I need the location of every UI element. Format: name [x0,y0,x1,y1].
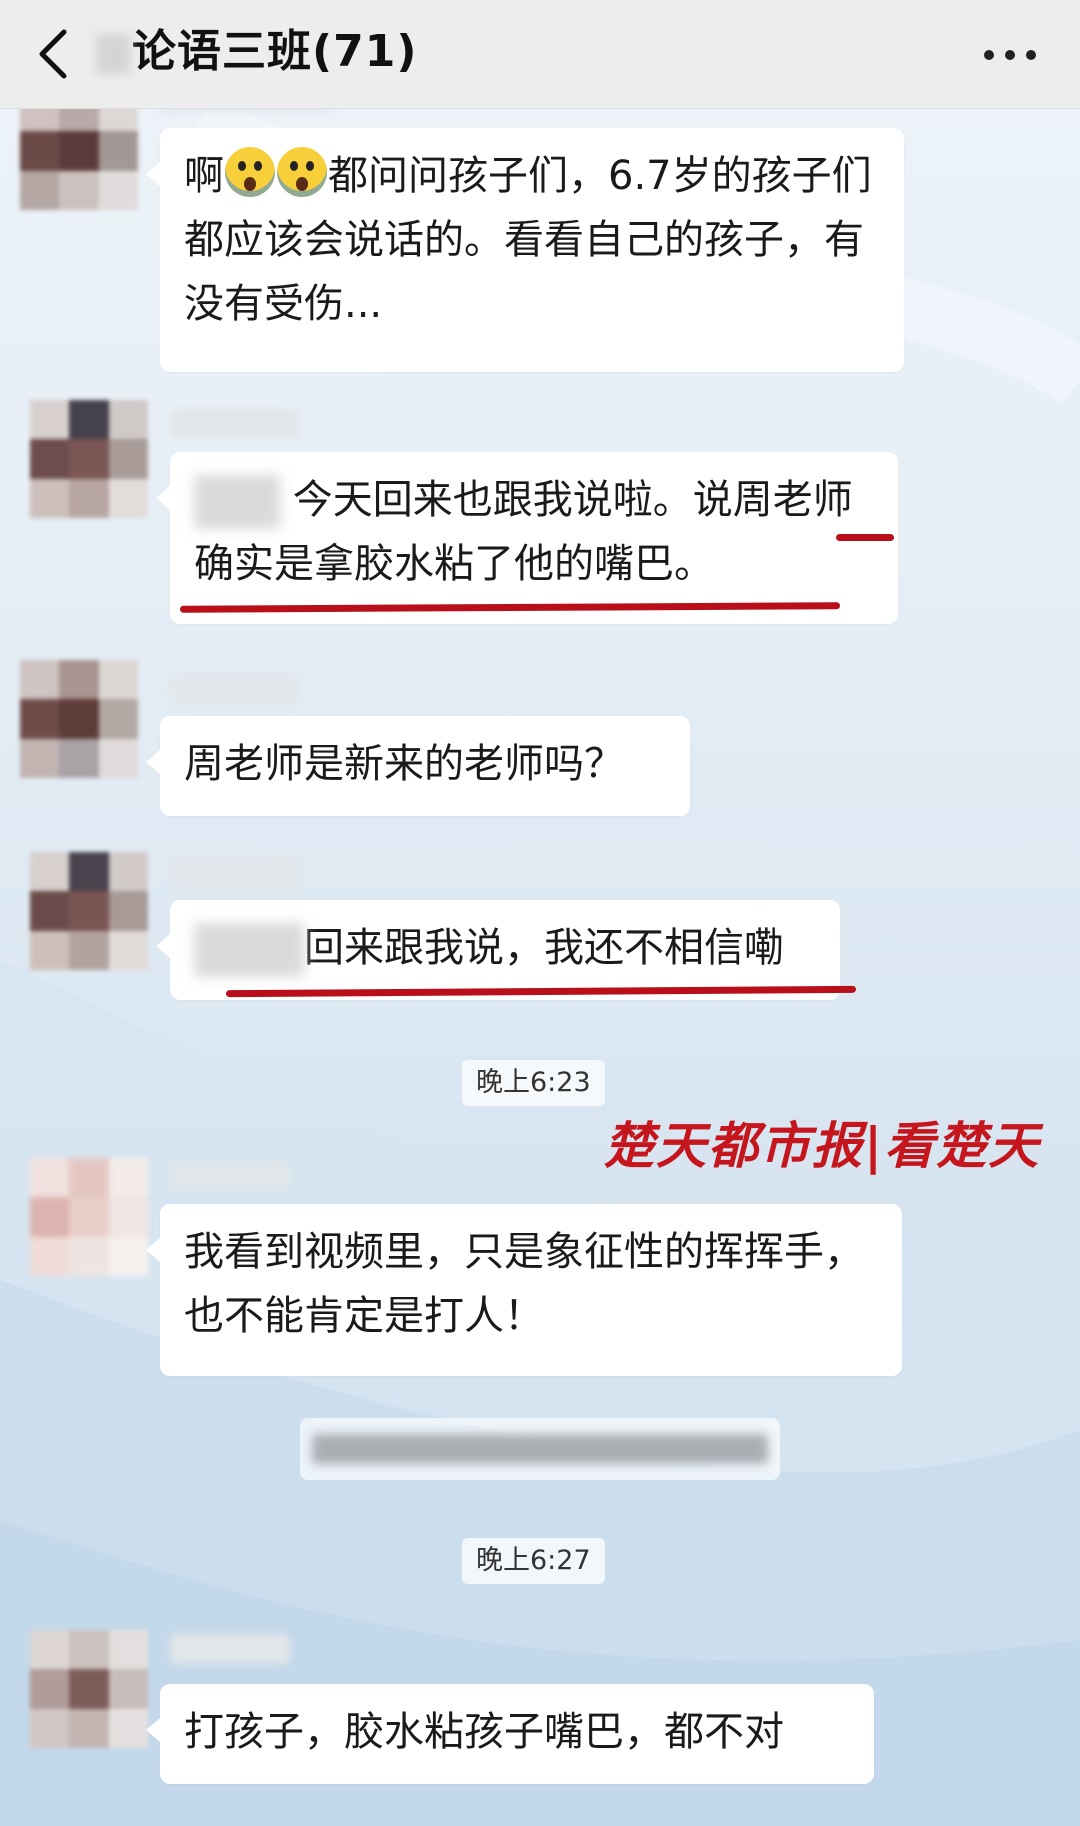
sender-name-redacted [170,1160,290,1190]
timestamp: 晚上6:23 [462,1060,605,1106]
avatar[interactable] [30,852,148,970]
message-bubble[interactable]: 啊都问问孩子们，6.7岁的孩子们都应该会说话的。看看自己的孩子，有没有受伤... [146,128,904,372]
message-bubble[interactable]: 回来跟我说，我还不相信嘞 [156,900,840,1000]
system-message-redacted [300,1418,780,1480]
redacted-child-name [194,923,304,977]
watermark-logo: 楚天都市报|看楚天 [604,1116,1041,1175]
scream-emoji-icon [225,147,275,197]
redacted-title-char [96,34,130,74]
redacted-text [312,1434,768,1464]
dot [1005,50,1015,60]
avatar[interactable] [20,92,138,210]
message-text: 我看到视频里，只是象征性的挥挥手，也不能肯定是打人！ [184,1229,864,1339]
dot [984,50,994,60]
message-text: 回来跟我说，我还不相信嘞 [304,925,784,971]
dot [1026,50,1036,60]
back-chevron-icon[interactable] [34,28,74,80]
sender-name-redacted [170,858,300,888]
avatar[interactable] [30,1630,148,1748]
more-dots-icon[interactable] [980,38,1040,70]
chat-header: 论语三班(71) [0,0,1080,109]
message-bubble[interactable]: 周老师是新来的老师吗？ [146,716,690,816]
highlight-underline [836,534,894,541]
sender-name-redacted [170,408,300,438]
avatar[interactable] [20,660,138,778]
message-bubble[interactable]: 我看到视频里，只是象征性的挥挥手，也不能肯定是打人！ [146,1204,902,1376]
message-text: 周老师是新来的老师吗？ [184,741,624,787]
avatar[interactable] [30,400,148,518]
chat-title-text: 论语三班(71) [132,26,418,77]
scream-emoji-icon [277,147,327,197]
message-text: 啊 [184,153,224,199]
sender-name-redacted [170,1634,290,1664]
timestamp: 晚上6:27 [462,1538,605,1584]
avatar[interactable] [30,1158,148,1276]
message-bubble[interactable]: 今天回来也跟我说啦。说周老师确实是拿胶水粘了他的嘴巴。 [156,452,898,624]
sender-name-redacted [170,674,300,704]
redacted-child-name [194,475,280,529]
message-bubble[interactable]: 打孩子，胶水粘孩子嘴巴，都不对 [146,1684,874,1784]
chat-title: 论语三班(71) [96,20,417,84]
message-text: 打孩子，胶水粘孩子嘴巴，都不对 [184,1709,784,1755]
message-text: 今天回来也跟我说啦。说周老师确实是拿胶水粘了他的嘴巴。 [194,477,853,587]
